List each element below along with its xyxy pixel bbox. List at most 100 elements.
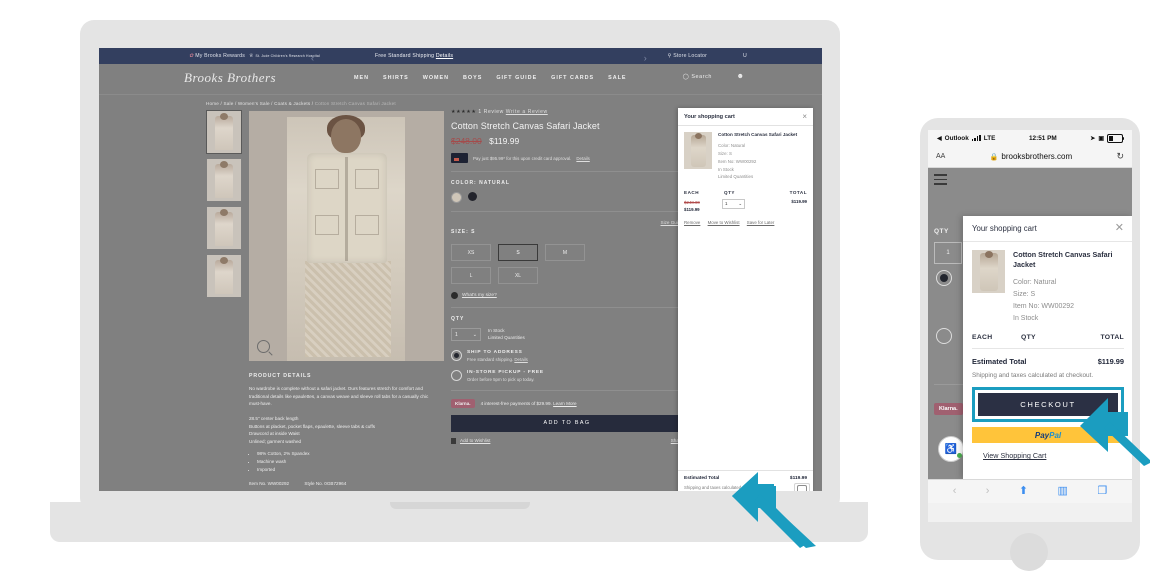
mobile-radio-ship[interactable] xyxy=(936,270,952,286)
address-field[interactable]: 🔒 brooksbrothers.com xyxy=(949,152,1112,161)
ship-details-link[interactable]: Details xyxy=(514,357,527,362)
desktop-browser-screen: ✿ My Brooks Rewards ♕ St. Jude Children'… xyxy=(99,48,822,491)
zoom-icon[interactable] xyxy=(257,340,270,353)
store-locator-link[interactable]: ⚲ Store Locator xyxy=(668,53,707,59)
product-spec-0: 28.5" center back length xyxy=(249,415,299,421)
cart-move-to-wishlist-link[interactable]: Move to Wishlist xyxy=(708,220,740,225)
credit-offer-text: Pay just $95.99* for this upon credit ca… xyxy=(473,155,572,161)
search-box[interactable]: ◯ Search xyxy=(683,74,712,80)
mobile-cart-table-header: EACH QTY TOTAL xyxy=(972,334,1124,350)
mobile-qty-value: 1 xyxy=(946,250,950,256)
size-option-xl[interactable]: XL xyxy=(498,267,538,284)
cart-item-name[interactable]: Cotton Stretch Canvas Safari Jacket xyxy=(718,132,797,138)
tabs-icon[interactable]: ❐ xyxy=(1097,486,1107,497)
cart-remove-link[interactable]: Remove xyxy=(684,220,700,225)
stock-status: In Stock Limited Quantities xyxy=(488,328,525,342)
breadcrumb: Home / Sale / Women's Sale / Coats & Jac… xyxy=(206,101,396,106)
status-time: 12:51 PM xyxy=(1028,134,1057,142)
user-menu-link[interactable]: U xyxy=(743,53,747,59)
nav-item-men[interactable]: MEN xyxy=(354,75,369,81)
product-thumbnail[interactable] xyxy=(207,207,241,249)
alarm-icon: ▣ xyxy=(1098,135,1104,142)
ship-to-address-option[interactable]: SHIP TO ADDRESS Free standard shipping. … xyxy=(451,349,683,362)
cart-qty-select[interactable]: 1 ⌄ xyxy=(722,198,745,209)
share-icon[interactable]: ⬆ xyxy=(1019,486,1028,497)
chevron-right-icon[interactable]: › xyxy=(986,486,990,497)
credit-details-link[interactable]: Details xyxy=(576,156,589,161)
cart-save-for-later-link[interactable]: Save for Later xyxy=(747,220,775,225)
my-brooks-rewards-link[interactable]: ✿ My Brooks Rewards xyxy=(189,53,245,59)
mobile-qty-select[interactable]: 1 xyxy=(934,242,962,264)
carousel-prev-icon[interactable]: ‹ xyxy=(311,53,314,63)
url-text: brooksbrothers.com xyxy=(1001,152,1073,161)
hamburger-menu-icon[interactable] xyxy=(934,174,947,188)
color-swatch-natural[interactable] xyxy=(451,192,462,203)
close-icon[interactable]: × xyxy=(802,112,807,121)
cart-item-thumbnail[interactable] xyxy=(684,132,712,169)
nav-item-shirts[interactable]: SHIRTS xyxy=(383,75,409,81)
size-option-l[interactable]: L xyxy=(451,267,491,284)
breadcrumb-trail[interactable]: Home / Sale / Women's Sale / Coats & Jac… xyxy=(206,101,313,106)
product-thumbnail[interactable] xyxy=(207,159,241,201)
chevron-down-icon: ⌄ xyxy=(472,331,477,338)
size-options-row-1: XS S M xyxy=(451,244,683,261)
estimated-total-label: Estimated Total xyxy=(684,476,720,481)
size-option-xs[interactable]: XS xyxy=(451,244,491,261)
signal-bars-icon xyxy=(971,135,981,141)
in-store-pickup-sub: Order before 5pm to pick up today. xyxy=(467,376,535,382)
klarna-badge: Klarna. xyxy=(451,398,475,408)
cart-item-stock: In Stock xyxy=(718,166,734,172)
close-icon[interactable]: ✕ xyxy=(1115,223,1124,234)
product-details-heading: PRODUCT DETAILS xyxy=(249,373,312,379)
text-size-button[interactable]: AA xyxy=(936,153,945,160)
nav-item-sale[interactable]: SALE xyxy=(608,75,626,81)
size-option-s[interactable]: S xyxy=(498,244,538,261)
add-to-bag-button[interactable]: ADD TO BAG xyxy=(451,414,683,432)
account-icon[interactable]: ☻ xyxy=(737,73,744,80)
nav-item-gift-cards[interactable]: GIFT CARDS xyxy=(551,75,594,81)
in-store-pickup-option[interactable]: IN-STORE PICKUP - FREE Order before 5pm … xyxy=(451,369,683,382)
location-arrow-icon: ➤ xyxy=(1090,135,1096,142)
qty-select[interactable]: 1 ⌄ xyxy=(451,328,481,342)
wishlist-share-row: Add to Wishlist Share xyxy=(451,437,683,444)
model-skirt xyxy=(305,261,391,357)
book-icon[interactable]: ▥ xyxy=(1058,486,1068,497)
back-to-app-icon[interactable]: ◀ xyxy=(937,135,942,142)
cart-table-header: EACH QTY TOTAL xyxy=(684,190,807,195)
whats-my-size-link[interactable]: What's my size? xyxy=(451,292,683,299)
charity-link[interactable]: ♕ St. Jude Children's Research Hospital xyxy=(249,53,320,59)
carousel-next-icon[interactable]: › xyxy=(644,53,647,63)
product-item-no: Item No. WW00292 xyxy=(249,481,290,487)
color-swatch-black[interactable] xyxy=(468,192,477,201)
add-to-wishlist-button[interactable]: Add to Wishlist xyxy=(451,437,490,444)
cart-body: Cotton Stretch Canvas Safari Jacket Colo… xyxy=(678,126,813,470)
mobile-cart-item-name[interactable]: Cotton Stretch Canvas Safari Jacket xyxy=(1013,250,1124,271)
product-thumbnail[interactable] xyxy=(207,255,241,297)
size-option-m[interactable]: M xyxy=(545,244,585,261)
mobile-cart-item-thumbnail[interactable] xyxy=(972,250,1005,293)
desktop-page-body: Home / Sale / Women's Sale / Coats & Jac… xyxy=(99,95,822,491)
write-review-link[interactable]: Write a Review xyxy=(506,109,548,115)
nav-item-boys[interactable]: BOYS xyxy=(463,75,482,81)
product-price: $248.00 $119.99 xyxy=(451,136,683,146)
battery-icon xyxy=(1106,133,1125,143)
shipping-details-link[interactable]: Details xyxy=(436,53,453,59)
mobile-radio-pickup[interactable] xyxy=(936,328,952,344)
chevron-left-icon[interactable]: ‹ xyxy=(953,486,957,497)
accessibility-icon[interactable]: ♿ xyxy=(938,436,964,462)
reload-icon[interactable]: ↻ xyxy=(1116,151,1124,162)
product-thumbnail[interactable] xyxy=(206,110,242,154)
phone-status-bar: ◀ Outlook LTE 12:51 PM ➤ ▣ xyxy=(928,130,1132,146)
product-hero-image[interactable] xyxy=(249,111,444,361)
price-original: $248.00 xyxy=(451,136,482,146)
nav-item-gift-guide[interactable]: GIFT GUIDE xyxy=(496,75,537,81)
network-label: LTE xyxy=(983,134,996,142)
klarna-learn-more-link[interactable]: Learn More xyxy=(553,401,577,406)
nav-item-women[interactable]: WOMEN xyxy=(423,75,449,81)
phone-home-button[interactable] xyxy=(1010,533,1048,571)
brand-logo[interactable]: Brooks Brothers xyxy=(184,70,276,86)
product-details-section: PRODUCT DETAILS No wardrobe is complete … xyxy=(249,373,439,486)
size-header: Size Guide SIZE: S xyxy=(451,220,683,238)
credit-card-offer: Pay just $95.99* for this upon credit ca… xyxy=(451,153,683,163)
product-thumbnail-list xyxy=(206,110,243,303)
